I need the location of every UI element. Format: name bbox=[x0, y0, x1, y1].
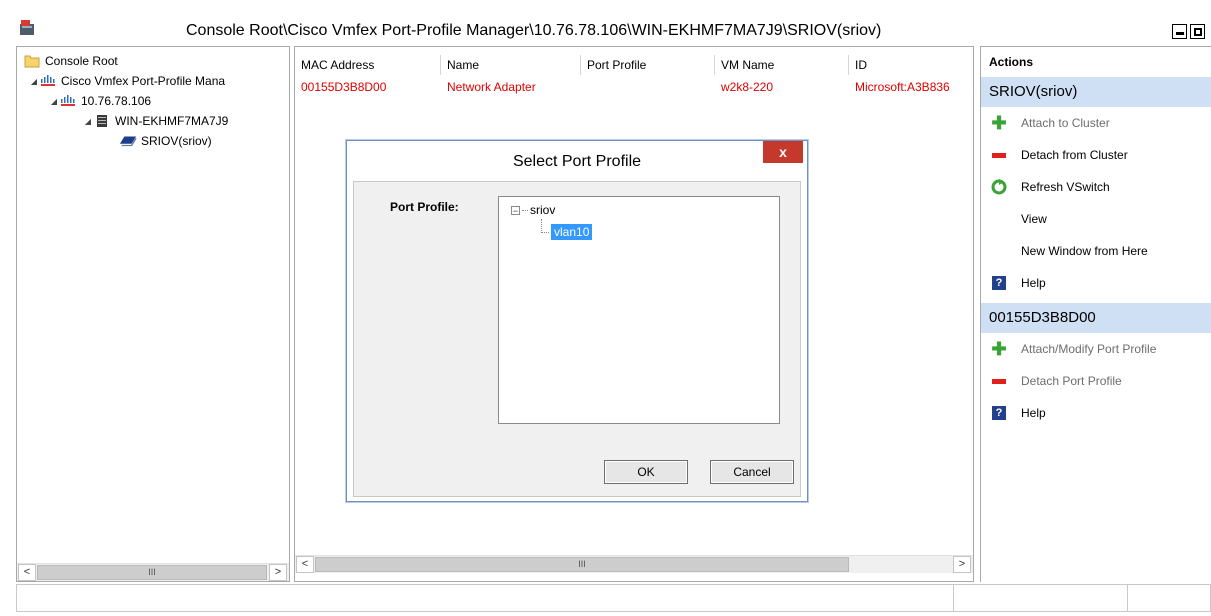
action-label: View bbox=[1021, 212, 1047, 226]
minus-icon bbox=[989, 147, 1009, 163]
scroll-right-arrow-icon[interactable]: > bbox=[269, 564, 287, 581]
cisco-logo-icon bbox=[39, 73, 57, 89]
status-bar bbox=[16, 584, 1211, 612]
scroll-thumb[interactable]: III bbox=[37, 565, 267, 580]
action-attach-to-cluster[interactable]: ✚ Attach to Cluster bbox=[981, 107, 1211, 139]
tree-node-vlan10[interactable]: vlan10 bbox=[551, 224, 593, 240]
cancel-button[interactable]: Cancel bbox=[710, 460, 794, 484]
tree-item-label: Console Root bbox=[45, 54, 118, 68]
action-view[interactable]: View bbox=[981, 203, 1211, 235]
scroll-left-arrow-icon[interactable]: < bbox=[296, 556, 314, 573]
column-header-mac[interactable]: MAC Address bbox=[295, 55, 441, 75]
action-detach-port-profile[interactable]: Detach Port Profile bbox=[981, 365, 1211, 397]
ok-button[interactable]: OK bbox=[604, 460, 688, 484]
column-header-port-profile[interactable]: Port Profile bbox=[581, 55, 715, 75]
cell-name: Network Adapter bbox=[447, 80, 536, 94]
help-icon: ? bbox=[989, 275, 1009, 291]
action-label: Detach Port Profile bbox=[1021, 374, 1122, 388]
console-tree-pane[interactable]: Console Root ◢ Cisco Vmfex Port-Profile … bbox=[16, 46, 290, 582]
tree-item-console-root[interactable]: Console Root bbox=[23, 51, 289, 71]
folder-icon bbox=[23, 53, 41, 69]
tree-item-label: WIN-EKHMF7MA7J9 bbox=[115, 114, 229, 128]
tree-item-host[interactable]: ◢ WIN-EKHMF7MA7J9 bbox=[23, 111, 289, 131]
tree-horizontal-scrollbar[interactable]: < III > bbox=[17, 563, 289, 581]
action-help[interactable]: ? Help bbox=[981, 267, 1211, 299]
plus-icon: ✚ bbox=[991, 113, 1007, 133]
action-label: Attach to Cluster bbox=[1021, 116, 1110, 130]
tree-item-label: 10.76.78.106 bbox=[81, 94, 152, 108]
dialog-title: Select Port Profile bbox=[512, 153, 642, 170]
action-attach-modify-port-profile[interactable]: ✚ Attach/Modify Port Profile bbox=[981, 333, 1211, 365]
scroll-right-arrow-icon[interactable]: > bbox=[953, 556, 971, 573]
action-label: Help bbox=[1021, 276, 1046, 290]
minimize-button[interactable] bbox=[1172, 24, 1187, 39]
expand-triangle-icon[interactable]: ◢ bbox=[49, 97, 59, 106]
scroll-thumb[interactable]: III bbox=[315, 557, 849, 572]
action-detach-from-cluster[interactable]: Detach from Cluster bbox=[981, 139, 1211, 171]
list-horizontal-scrollbar[interactable]: < III > bbox=[295, 555, 973, 573]
actions-section-header-sriov[interactable]: SRIOV(sriov) bbox=[981, 77, 1211, 107]
tree-item-label: Cisco Vmfex Port-Profile Mana bbox=[61, 74, 226, 88]
status-divider bbox=[1127, 585, 1128, 611]
minus-icon bbox=[989, 373, 1009, 389]
action-refresh-vswitch[interactable]: Refresh VSwitch bbox=[981, 171, 1211, 203]
action-label: Refresh VSwitch bbox=[1021, 180, 1110, 194]
status-divider bbox=[953, 585, 954, 611]
tree-item-vmfex-manager[interactable]: ◢ Cisco Vmfex Port-Profile Mana bbox=[23, 71, 289, 91]
actions-title: Actions bbox=[989, 55, 1034, 69]
action-label: New Window from Here bbox=[1021, 244, 1148, 258]
action-new-window[interactable]: New Window from Here bbox=[981, 235, 1211, 267]
help-icon: ? bbox=[989, 405, 1009, 421]
column-header-vm-name[interactable]: VM Name bbox=[715, 55, 849, 75]
action-help[interactable]: ? Help bbox=[981, 397, 1211, 429]
column-header-name[interactable]: Name bbox=[441, 55, 581, 75]
list-header: MAC Address Name Port Profile VM Name ID bbox=[295, 55, 973, 75]
port-profile-label: Port Profile: bbox=[390, 200, 459, 214]
window-title: Console Root\Cisco Vmfex Port-Profile Ma… bbox=[186, 22, 882, 39]
table-row[interactable]: 00155D3B8D00 Network Adapter w2k8-220 Mi… bbox=[295, 77, 973, 97]
server-icon bbox=[93, 113, 111, 129]
actions-section-header-adapter[interactable]: 00155D3B8D00 bbox=[981, 303, 1211, 333]
tree-item-ip[interactable]: ◢ 10.76.78.106 bbox=[23, 91, 289, 111]
window-title-bar: Console Root\Cisco Vmfex Port-Profile Ma… bbox=[0, 0, 1211, 44]
mmc-app-icon[interactable] bbox=[18, 18, 36, 36]
restore-button[interactable] bbox=[1190, 24, 1205, 39]
scroll-left-arrow-icon[interactable]: < bbox=[18, 564, 36, 581]
collapse-icon[interactable]: − bbox=[511, 205, 520, 215]
plus-icon: ✚ bbox=[991, 339, 1007, 359]
tree-item-sriov[interactable]: SRIOV(sriov) bbox=[23, 131, 289, 151]
port-profile-tree[interactable]: − sriov vlan10 bbox=[498, 196, 780, 424]
action-label: Detach from Cluster bbox=[1021, 148, 1128, 162]
action-label: Help bbox=[1021, 406, 1046, 420]
tree-node-sriov[interactable]: − sriov bbox=[511, 203, 555, 217]
action-label: Attach/Modify Port Profile bbox=[1021, 342, 1157, 356]
cell-id: Microsoft:A3B836 bbox=[855, 80, 950, 94]
close-icon[interactable]: x bbox=[763, 141, 803, 163]
expand-triangle-icon[interactable]: ◢ bbox=[83, 117, 93, 126]
tree-item-label: SRIOV(sriov) bbox=[141, 134, 212, 148]
cisco-logo-icon bbox=[59, 93, 77, 109]
tree-connector bbox=[541, 219, 549, 233]
column-header-id[interactable]: ID bbox=[849, 55, 973, 75]
refresh-icon bbox=[989, 179, 1009, 195]
cell-vm-name: w2k8-220 bbox=[721, 80, 774, 94]
dialog-client-area: Port Profile: − sriov vlan10 OK Cancel bbox=[353, 181, 801, 497]
actions-pane: Actions SRIOV(sriov) ✚ Attach to Cluster… bbox=[980, 46, 1211, 582]
dialog-title-bar[interactable]: Select Port Profile x bbox=[347, 141, 807, 181]
select-port-profile-dialog: Select Port Profile x Port Profile: − sr… bbox=[346, 140, 808, 502]
expand-triangle-icon[interactable]: ◢ bbox=[29, 77, 39, 86]
cell-mac: 00155D3B8D00 bbox=[301, 80, 387, 94]
network-card-icon bbox=[119, 133, 137, 149]
tree-node-label: sriov bbox=[530, 203, 556, 217]
cell-port-profile bbox=[581, 77, 715, 97]
